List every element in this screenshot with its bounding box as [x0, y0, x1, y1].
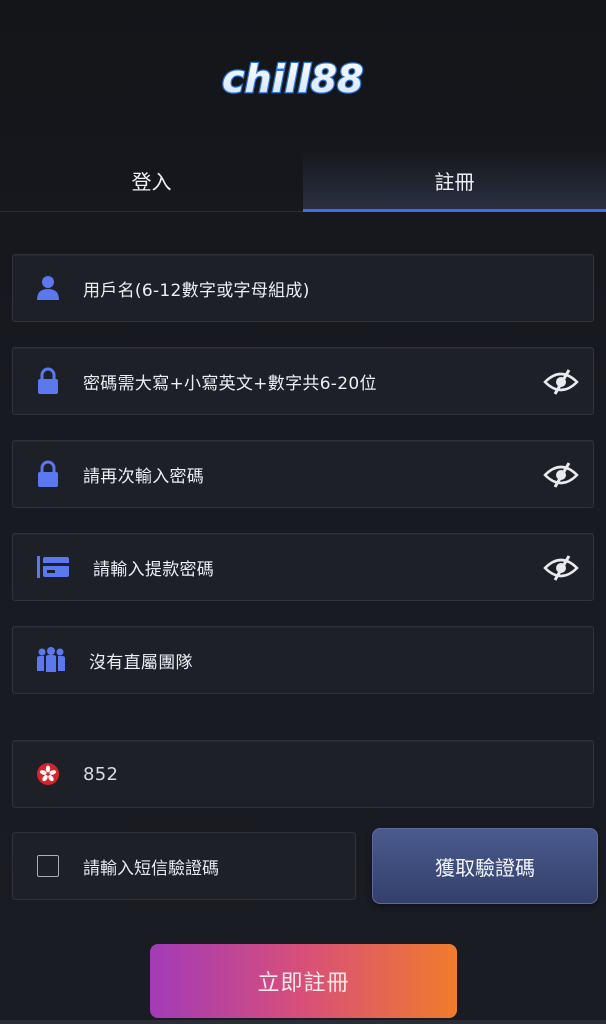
get-otp-label: 獲取驗證碼	[435, 855, 535, 880]
card-icon	[13, 533, 93, 601]
auth-tabs: 登入 註冊	[0, 150, 606, 212]
get-otp-button[interactable]: 獲取驗證碼	[372, 828, 598, 904]
team-icon	[13, 626, 89, 694]
register-button-label: 立即註冊	[257, 971, 350, 996]
sms-placeholder: 請輸入短信驗證碼	[83, 858, 219, 879]
eye-off-icon[interactable]	[543, 365, 579, 399]
team-placeholder: 沒有直屬團隊	[89, 652, 193, 673]
phone-country-code: 852	[83, 763, 119, 785]
register-button[interactable]: 立即註冊	[150, 944, 457, 1018]
hk-flag-icon	[13, 740, 83, 808]
username-placeholder: 用戶名(6-12數字或字母組成)	[83, 280, 310, 301]
register-screen: chill88 登入 註冊 用戶名(6-12數字或字母組成) 密碼需大寫+小寫英…	[0, 0, 606, 1024]
withdraw-password-field[interactable]: 請輸入提款密碼	[12, 533, 594, 601]
password-placeholder: 密碼需大寫+小寫英文+數字共6-20位	[83, 373, 377, 394]
username-field[interactable]: 用戶名(6-12數字或字母組成)	[12, 254, 594, 322]
logo-text: chill88	[222, 57, 364, 101]
confirm-password-placeholder: 請再次輸入密碼	[83, 466, 205, 487]
confirm-password-field[interactable]: 請再次輸入密碼	[12, 440, 594, 508]
bottom-divider	[0, 1020, 606, 1024]
withdraw-password-placeholder: 請輸入提款密碼	[93, 559, 215, 580]
lock-icon	[13, 347, 83, 415]
user-icon	[13, 254, 83, 322]
phone-field[interactable]: 852	[12, 740, 594, 808]
tab-login[interactable]: 登入	[0, 150, 303, 211]
sms-checkbox[interactable]	[37, 855, 59, 877]
team-field[interactable]: 沒有直屬團隊	[12, 626, 594, 694]
chill88-logo-icon: chill88	[221, 56, 365, 103]
sms-code-field[interactable]: 請輸入短信驗證碼	[12, 832, 356, 900]
lock-icon	[13, 440, 83, 508]
eye-off-icon[interactable]	[543, 458, 579, 492]
password-field[interactable]: 密碼需大寫+小寫英文+數字共6-20位	[12, 347, 594, 415]
logo: chill88	[0, 48, 606, 108]
tab-register[interactable]: 註冊	[303, 150, 606, 212]
eye-off-icon[interactable]	[543, 551, 579, 585]
